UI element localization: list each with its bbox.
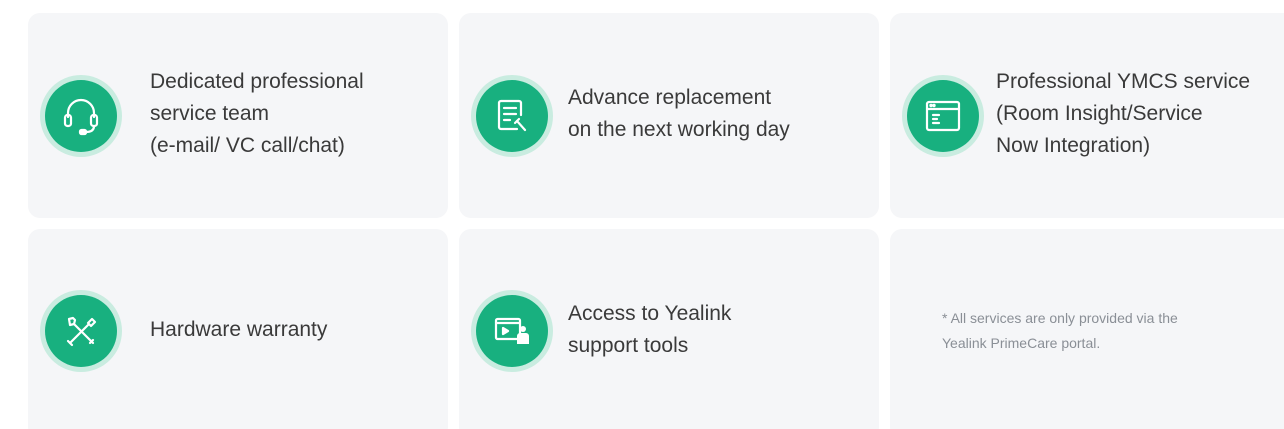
services-grid: Dedicated professional service team (e-m… xyxy=(0,0,1284,429)
service-card-support-tools: Access to Yealink support tools xyxy=(459,229,879,429)
service-card-ymcs: Professional YMCS service (Room Insight/… xyxy=(890,13,1284,218)
document-replace-icon xyxy=(476,80,548,152)
presentation-support-icon xyxy=(476,295,548,367)
service-label: Professional YMCS service (Room Insight/… xyxy=(996,70,1251,157)
icon-ring xyxy=(471,290,553,372)
service-card-support-team: Dedicated professional service team (e-m… xyxy=(28,13,448,218)
service-label: Advance replacement on the next working … xyxy=(568,86,790,141)
service-card-hardware-warranty: Hardware warranty xyxy=(28,229,448,429)
portal-note: * All services are only provided via the… xyxy=(942,310,1178,351)
service-card-advance-replacement: Advance replacement on the next working … xyxy=(459,13,879,218)
window-dashboard-icon xyxy=(907,80,979,152)
service-label: Dedicated professional service team (e-m… xyxy=(150,70,364,157)
service-label: Access to Yealink support tools xyxy=(568,302,732,357)
icon-ring xyxy=(40,75,122,157)
icon-ring xyxy=(471,75,553,157)
service-label: Hardware warranty xyxy=(150,318,328,341)
headset-icon xyxy=(45,80,117,152)
icon-ring xyxy=(40,290,122,372)
tools-icon xyxy=(45,295,117,367)
icon-ring xyxy=(902,75,984,157)
service-card-note: * All services are only provided via the… xyxy=(890,229,1284,429)
